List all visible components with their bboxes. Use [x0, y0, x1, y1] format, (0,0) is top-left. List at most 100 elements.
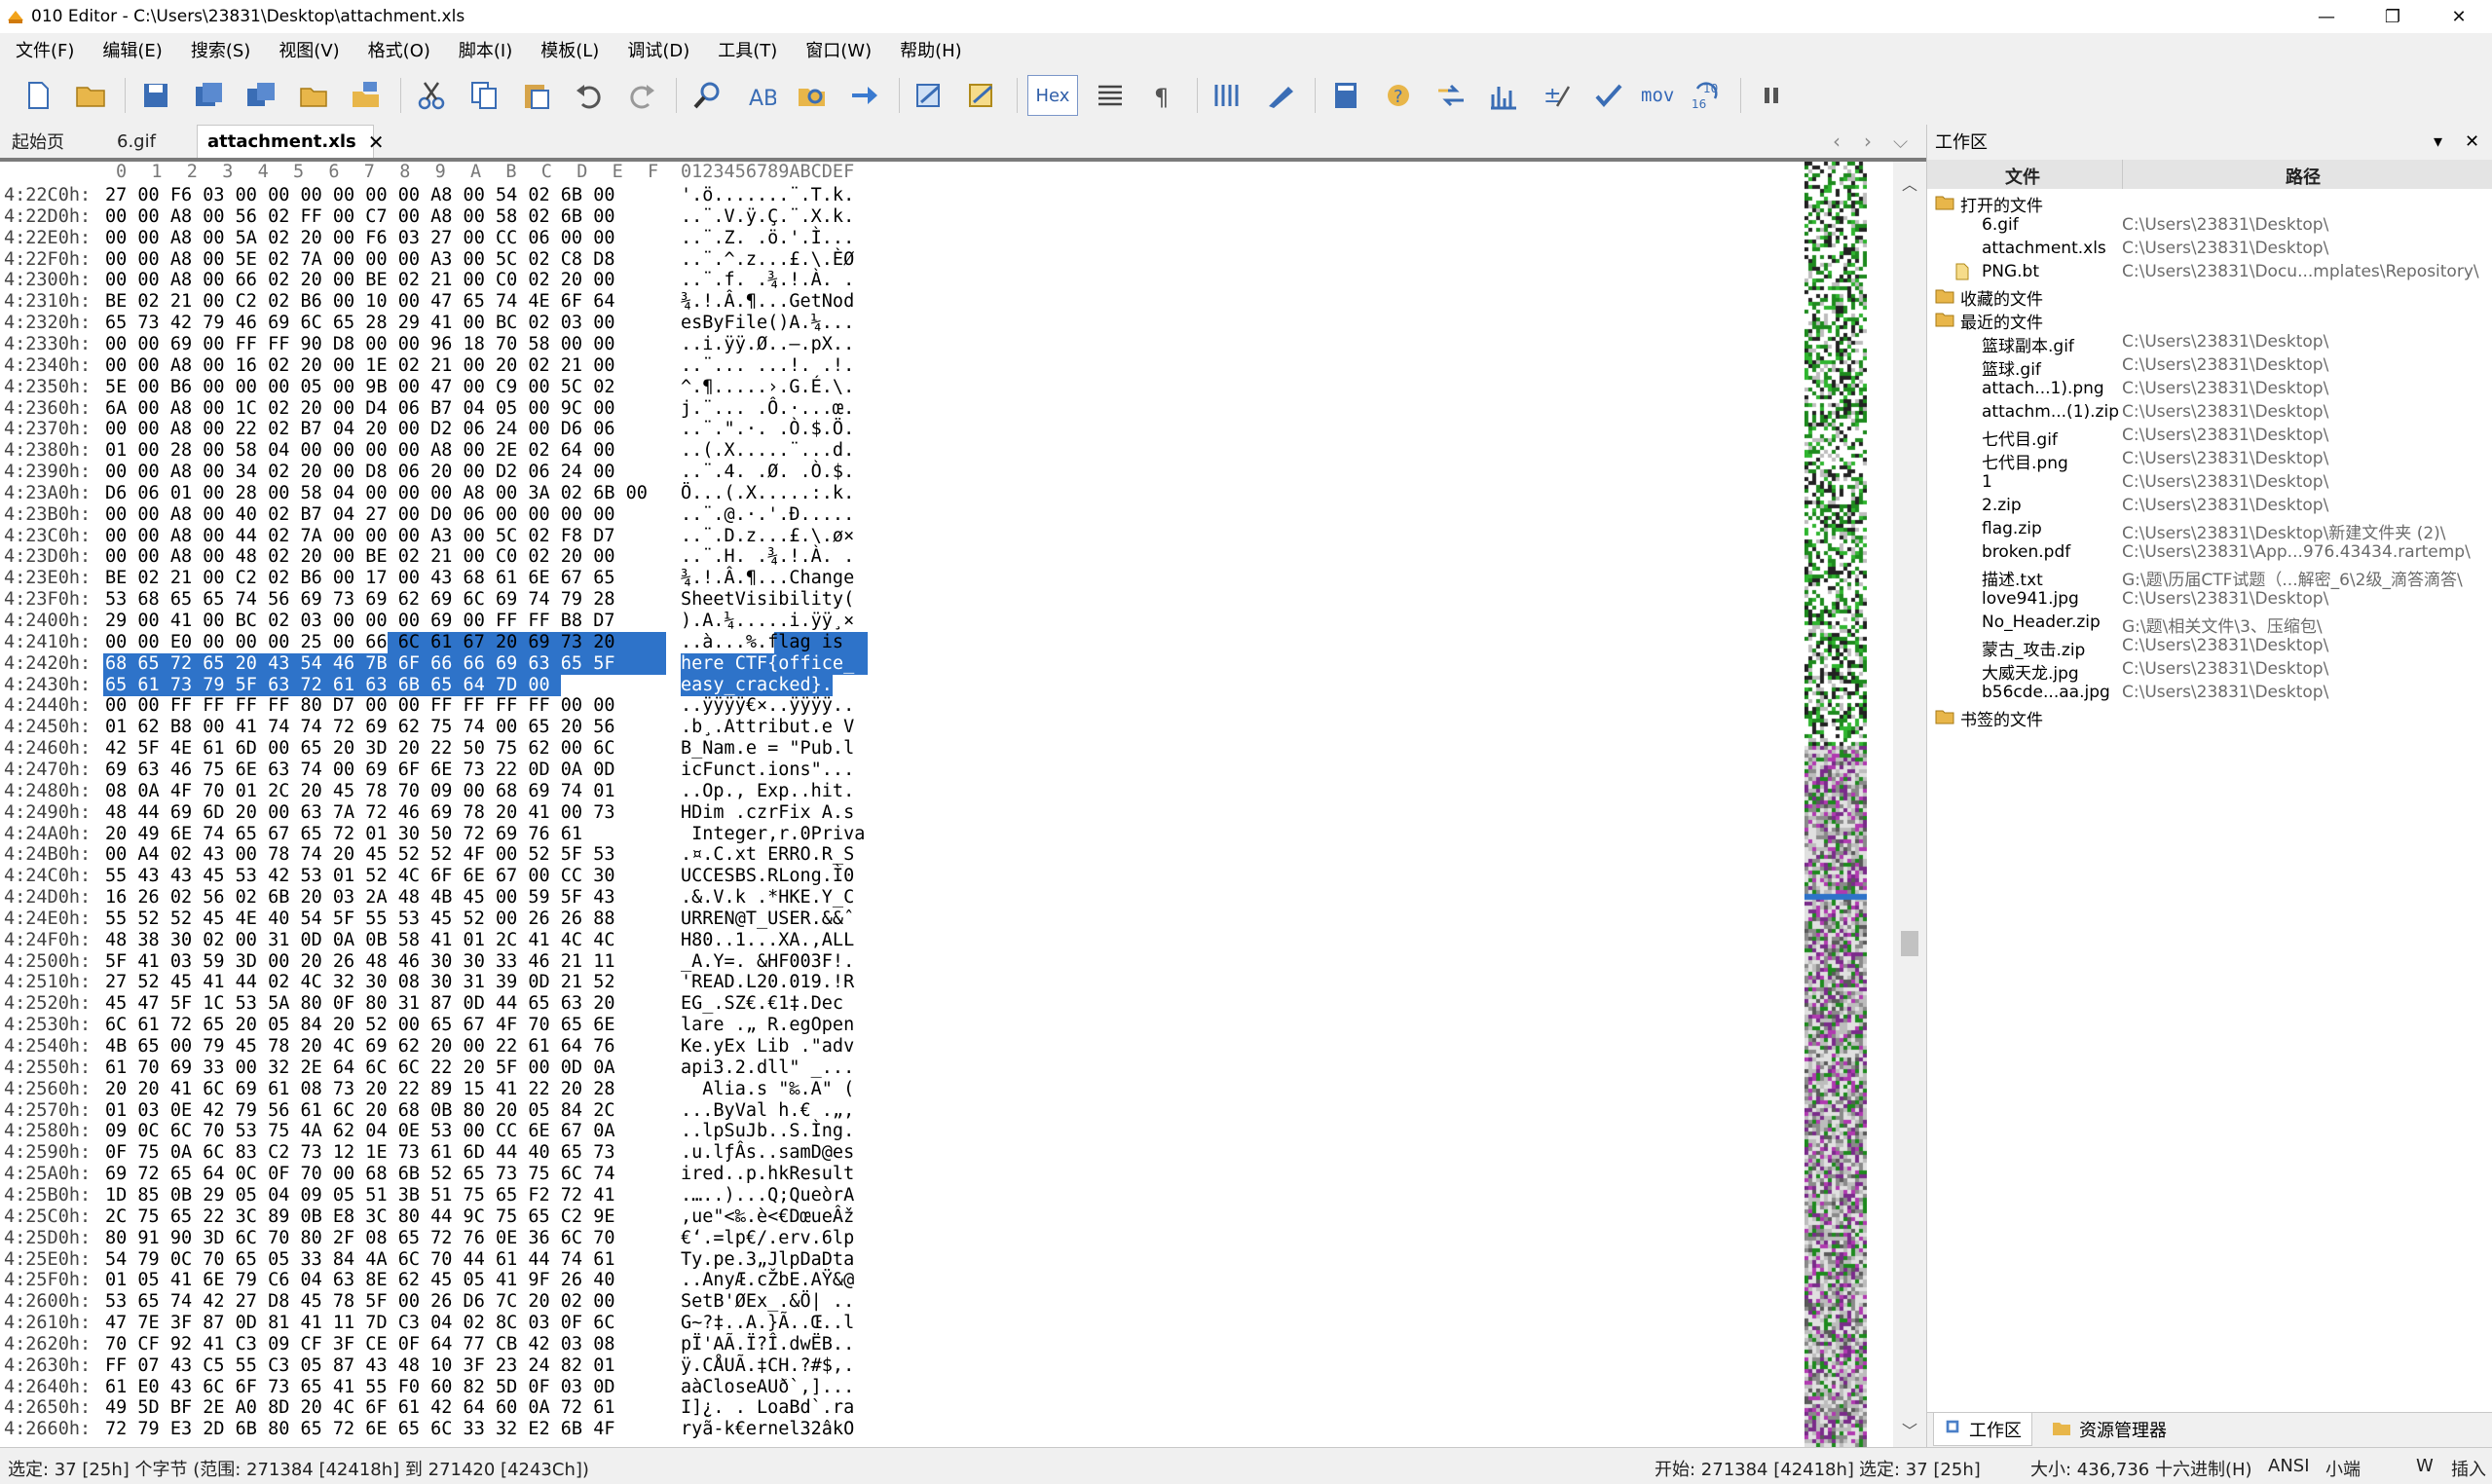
hex-row[interactable]: 4:2550h: 61 70 69 33 00 32 2E 64 6C 6C 22…	[0, 1057, 876, 1079]
find-icon[interactable]	[687, 75, 727, 116]
save-as-icon[interactable]	[188, 75, 229, 116]
hex-row[interactable]: 4:2580h: 09 0C 6C 70 53 75 4A 62 04 0E 53…	[0, 1121, 876, 1142]
hex-row[interactable]: 4:22F0h: 00 00 A8 00 5E 02 7A 00 00 00 A3…	[0, 249, 876, 271]
copy-files-icon[interactable]	[346, 75, 387, 116]
hex-ascii[interactable]: B_Nam.e = "Pub.l	[681, 738, 854, 759]
hex-ascii[interactable]: api3.2.dll" _...	[681, 1057, 854, 1078]
hex-ascii[interactable]: EG_.SZ€.€1‡.Dec	[681, 993, 854, 1014]
hex-ascii[interactable]: ..¨.H. .¾.!.À. .	[681, 546, 854, 567]
hex-ascii[interactable]: SheetVisibility(	[681, 589, 854, 610]
hex-row[interactable]: 4:2310h: BE 02 21 00 C2 02 B6 00 10 00 47…	[0, 291, 876, 313]
hex-bytes[interactable]: 80 91 90 3D 6C 70 80 2F 08 65 72 76 0E 3…	[105, 1228, 614, 1248]
workspace-file-item[interactable]: 大威天龙.jpg C:\Users\23831\Desktop\	[1927, 658, 2492, 684]
hex-ascii[interactable]: Ty.pe.3„JlpDaDta	[681, 1249, 854, 1270]
hex-ascii[interactable]: here CTF{office_	[681, 653, 854, 674]
hex-bytes[interactable]: 01 05 41 6E 79 C6 04 63 8E 62 45 05 41 9…	[105, 1270, 614, 1290]
paste-icon[interactable]	[516, 75, 557, 116]
hex-ascii[interactable]: ..¨.Z. .ö.'.Ì...	[681, 228, 854, 248]
hex-row[interactable]: 4:2480h: 08 0A 4F 70 01 2C 20 45 78 70 09…	[0, 781, 876, 802]
menu-search[interactable]: 搜索(S)	[175, 37, 263, 62]
hex-row[interactable]: 4:2490h: 48 44 69 6D 20 00 63 7A 72 46 69…	[0, 802, 876, 824]
hex-ascii[interactable]: UCCESBS.RLong.Ì0	[681, 866, 854, 886]
workspace-file-item[interactable]: flag.zip C:\Users\23831\Desktop\新建文件夹 (2)…	[1927, 518, 2492, 543]
status-selection-size[interactable]: 选定: 37 [25h]	[1859, 1456, 1981, 1481]
hex-bytes[interactable]: 27 00 F6 03 00 00 00 00 00 00 A8 00 54 0…	[105, 185, 614, 205]
folder-open-files[interactable]: 打开的文件	[1927, 191, 2492, 216]
hex-ascii[interactable]: .¤.C.xt ERRO.R_S	[681, 844, 854, 865]
hex-row[interactable]: 4:23A0h: D6 06 01 00 28 00 58 04 00 00 00…	[0, 483, 876, 504]
hex-minimap[interactable]	[1804, 162, 1867, 1447]
hex-bytes[interactable]: 6C 61 72 65 20 05 84 20 52 00 65 67 4F 7…	[105, 1015, 614, 1035]
hex-ascii[interactable]: .b¸.Attribut.e V	[681, 717, 854, 737]
disassembler-button[interactable]: mov	[1641, 85, 1674, 106]
workspace-file-item[interactable]: broken.pdf C:\Users\23831\App...976.43434…	[1927, 541, 2492, 565]
hex-ascii[interactable]: I]¿. . LoaBd`.ra	[681, 1397, 854, 1418]
hex-bytes[interactable]: 29 00 41 00 BC 02 03 00 00 00 69 00 FF F…	[105, 611, 614, 631]
hex-row[interactable]: 4:2450h: 01 62 B8 00 41 74 74 72 69 62 75…	[0, 717, 876, 738]
redo-icon[interactable]	[621, 75, 662, 116]
hex-row[interactable]: 4:2510h: 27 52 45 41 44 02 4C 32 30 08 30…	[0, 972, 876, 993]
hex-row[interactable]: 4:25C0h: 2C 75 65 22 3C 89 0B E8 3C 80 44…	[0, 1206, 876, 1228]
hex-bytes[interactable]: 61 E0 43 6C 6F 73 65 41 55 F0 60 82 5D 0…	[105, 1377, 614, 1397]
hex-bytes[interactable]: 48 38 30 02 00 31 0D 0A 0B 58 41 01 2C 4…	[105, 930, 614, 950]
hex-row[interactable]: 4:23C0h: 00 00 A8 00 44 02 7A 00 00 00 A3…	[0, 526, 876, 547]
hex-row[interactable]: 4:25E0h: 54 79 0C 70 65 05 33 84 4A 6C 70…	[0, 1249, 876, 1271]
tab-scroll-right-icon[interactable]: ›	[1864, 125, 1872, 158]
hex-row[interactable]: 4:2590h: 0F 75 0A 6C 83 C2 73 12 1E 73 61…	[0, 1142, 876, 1164]
cut-icon[interactable]	[411, 75, 452, 116]
hex-bytes[interactable]: 42 5F 4E 61 6D 00 65 20 3D 20 22 50 75 6…	[105, 738, 614, 759]
goto-icon[interactable]	[844, 75, 885, 116]
hex-row[interactable]: 4:2360h: 6A 00 A8 00 1C 02 20 00 D4 06 B7…	[0, 398, 876, 420]
hex-bytes[interactable]: 00 00 A8 00 40 02 B7 04 27 00 D0 06 00 0…	[105, 504, 614, 525]
save-all-icon[interactable]	[241, 75, 281, 116]
hex-row[interactable]: 4:2300h: 00 00 A8 00 66 02 20 00 BE 02 21…	[0, 270, 876, 291]
workspace-file-item[interactable]: love941.jpg C:\Users\23831\Desktop\	[1927, 588, 2492, 612]
hex-ascii[interactable]: Ke.yEx Lib ."adv	[681, 1036, 854, 1057]
open-folder-small-icon[interactable]	[293, 75, 334, 116]
verify-icon[interactable]	[1588, 75, 1629, 116]
hex-bytes[interactable]: 49 5D BF 2E A0 8D 20 4C 6F 61 42 64 60 0…	[105, 1397, 614, 1418]
hex-ascii[interactable]: ..¨.D.z...£.\.ø×	[681, 526, 854, 546]
hex-ascii[interactable]: ..¨.f. .¾.!.À. .	[681, 270, 854, 290]
hex-bytes[interactable]: 48 44 69 6D 20 00 63 7A 72 46 69 78 20 4…	[105, 802, 614, 823]
hex-ascii[interactable]: icFunct.ions"...	[681, 760, 854, 780]
hex-bytes[interactable]: 69 63 46 75 6E 63 74 00 69 6F 6E 73 22 0…	[105, 760, 614, 780]
hex-bytes[interactable]: 0F 75 0A 6C 83 C2 73 12 1E 73 61 6D 44 4…	[105, 1142, 614, 1163]
hex-ascii[interactable]: SetB'ØEx_.&Ö| ..	[681, 1291, 854, 1312]
workspace-file-item[interactable]: 篮球.gif C:\Users\23831\Desktop\	[1927, 354, 2492, 380]
hex-row[interactable]: 4:2540h: 4B 65 00 79 45 78 20 4C 69 62 20…	[0, 1036, 876, 1057]
hex-row[interactable]: 4:23D0h: 00 00 A8 00 48 02 20 00 BE 02 21…	[0, 546, 876, 568]
hex-bytes[interactable]: D6 06 01 00 28 00 58 04 00 00 00 A8 00 3…	[105, 483, 648, 503]
hex-ascii[interactable]: ..¨.".·. .Ò.$.Ö.	[681, 419, 854, 439]
hex-editor[interactable]: 0123456789ABCDEF 0123456789ABCDEF 4:22C0…	[0, 162, 1926, 1447]
workspace-file-item[interactable]: 1 C:\Users\23831\Desktop\	[1927, 471, 2492, 495]
tab-explorer[interactable]: 资源管理器	[2052, 1413, 2167, 1446]
workspace-file-item[interactable]: 2.zip C:\Users\23831\Desktop\	[1927, 495, 2492, 518]
hex-ascii[interactable]: ..¨.V.ÿ.Ç.¨.X.k.	[681, 206, 854, 227]
open-folder-icon[interactable]	[70, 75, 111, 116]
hex-ascii[interactable]: ..(.X.....¨...d.	[681, 440, 854, 461]
menu-file[interactable]: 文件(F)	[0, 37, 87, 62]
hex-row[interactable]: 4:2380h: 01 00 28 00 58 04 00 00 00 00 A8…	[0, 440, 876, 462]
new-file-icon[interactable]	[18, 75, 58, 116]
hex-ascii[interactable]: '.ö.......¨.T.k.	[681, 185, 854, 205]
hex-row[interactable]: 4:2520h: 45 47 5F 1C 53 5A 80 0F 80 31 87…	[0, 993, 876, 1015]
menu-format[interactable]: 格式(O)	[353, 37, 443, 62]
hex-bytes[interactable]: 6A 00 A8 00 1C 02 20 00 D4 06 B7 04 05 0…	[105, 398, 614, 419]
tab-scroll-left-icon[interactable]: ‹	[1833, 125, 1841, 158]
hex-bytes[interactable]: 55 52 52 45 4E 40 54 5F 55 53 45 52 00 2…	[105, 909, 614, 929]
hex-bytes[interactable]: 65 73 42 79 46 69 6C 65 28 29 41 00 BC 0…	[105, 313, 614, 333]
hex-ascii[interactable]: easy_cracked}...	[681, 675, 854, 695]
tab-6-gif[interactable]: 6.gif	[117, 125, 156, 158]
find-in-files-icon[interactable]	[792, 75, 833, 116]
hex-row[interactable]: 4:2500h: 5F 41 03 59 3D 00 20 26 48 46 30…	[0, 951, 876, 973]
hex-row[interactable]: 4:2560h: 20 20 41 6C 69 61 08 73 20 22 89…	[0, 1079, 876, 1100]
inspector-icon[interactable]: ?	[1378, 75, 1419, 116]
hex-ascii[interactable]: j.¨... .Ô.·...œ.	[681, 398, 854, 419]
highlight-icon[interactable]	[1260, 75, 1301, 116]
hex-ascii[interactable]: 'READ.L20.019.!R	[681, 972, 854, 992]
replace-icon[interactable]: AB	[739, 75, 780, 116]
hex-bytes[interactable]: 08 0A 4F 70 01 2C 20 45 78 70 09 00 68 6…	[105, 781, 614, 801]
hex-ascii[interactable]: ..¨.4. .Ø. .Ò.$.	[681, 462, 854, 482]
hex-row[interactable]: 4:23F0h: 53 68 65 65 74 56 69 73 69 62 69…	[0, 589, 876, 611]
